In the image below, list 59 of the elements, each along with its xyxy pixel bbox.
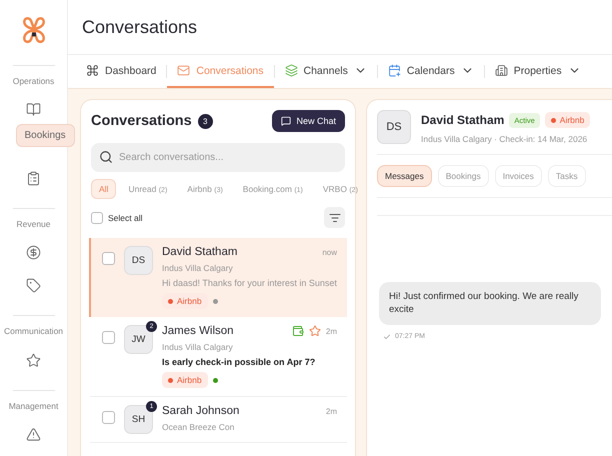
- contact-name: David Statham: [421, 113, 504, 127]
- checklist-icon: [26, 170, 41, 186]
- timestamp: now: [322, 248, 337, 256]
- command-icon: [86, 64, 99, 77]
- contact-name: Sarah Johnson: [162, 405, 240, 417]
- nav-tab[interactable]: Properties: [484, 55, 591, 88]
- sort-button[interactable]: [324, 207, 345, 228]
- building-icon: [494, 64, 508, 77]
- checkbox[interactable]: [102, 252, 115, 265]
- detail-tab[interactable]: Invoices: [494, 165, 542, 187]
- filter-tab[interactable]: All: [91, 179, 116, 199]
- booking-summary: Indus Villa Calgary · Check-in: 14 Mar, 2026: [421, 134, 588, 144]
- avatar: DS: [377, 110, 411, 144]
- section-title: Communication: [4, 326, 64, 336]
- layers-icon: [284, 64, 298, 77]
- nav-tab[interactable]: Dashboard: [76, 55, 166, 88]
- book-icon: [26, 102, 41, 118]
- message-preview: Is early check-in possible on Apr 7?: [162, 357, 316, 367]
- property-name: Indus Villa Calgary: [162, 263, 234, 273]
- section-title: Operations: [12, 76, 54, 86]
- contact-name: David Statham: [162, 246, 238, 258]
- channel-tag: Airbnb: [544, 112, 590, 128]
- tag-icon: [26, 278, 41, 294]
- contact-name: James Wilson: [162, 325, 234, 337]
- message-preview: Hi daasd! Thanks for your interest in Sunset: [162, 278, 337, 288]
- section-title: Management: [8, 400, 58, 411]
- detail-tab[interactable]: Bookings: [438, 165, 489, 187]
- mail-icon: [177, 64, 190, 77]
- warning-icon: [26, 426, 41, 442]
- dollar-icon: [26, 244, 41, 260]
- search-field[interactable]: Search conversations...: [91, 143, 345, 172]
- timestamp: 2m: [326, 406, 337, 416]
- avatar: DS: [124, 246, 153, 275]
- channel-tag: Airbnb: [162, 372, 208, 388]
- message-icon: [281, 116, 292, 126]
- new-chat-button[interactable]: New Chat: [272, 110, 345, 132]
- checkbox[interactable]: [91, 212, 103, 224]
- detail-tab[interactable]: Tasks: [548, 165, 586, 187]
- panel-title: Conversations: [91, 113, 192, 129]
- tooltip: Bookings: [16, 124, 75, 148]
- channel-tag: Airbnb: [162, 293, 208, 309]
- calendar-icon: [388, 64, 401, 77]
- timestamp: 2m: [326, 326, 337, 336]
- nav-tab[interactable]: Channels: [274, 55, 377, 88]
- count-badge: 3: [198, 114, 213, 128]
- conversation-item[interactable]: DS David Statham now Indus Villa Calgary Hi daasd! Thanks for your interest in Sunset Airbnb: [89, 238, 347, 317]
- checkbox[interactable]: [102, 331, 115, 344]
- property-name: Indus Villa Calgary: [162, 342, 234, 352]
- star-icon: [26, 352, 41, 368]
- sort-icon: [328, 212, 340, 224]
- property-name: Ocean Breeze Con: [162, 422, 236, 432]
- checkbox-label: Select all: [108, 212, 142, 222]
- search-icon: [99, 150, 113, 164]
- nav-tab[interactable]: Calendars: [378, 55, 484, 88]
- section-title: Revenue: [16, 218, 51, 229]
- message-bubble: Hi! Just confirmed our booking. We are really excite: [379, 282, 601, 325]
- detail-tab[interactable]: Messages: [377, 165, 432, 187]
- page-title: Conversations: [82, 16, 198, 38]
- checkbox[interactable]: [102, 411, 115, 424]
